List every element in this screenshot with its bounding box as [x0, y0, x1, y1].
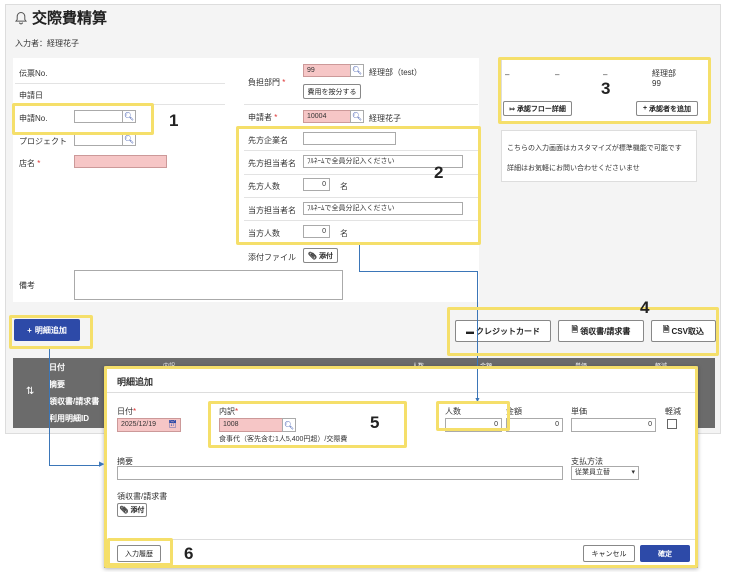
store-input[interactable]	[74, 155, 167, 168]
applicant-label: 申請者 *	[248, 112, 277, 123]
col-receipt: 領収書/請求書	[49, 397, 100, 406]
callout-box-1	[12, 103, 154, 135]
paperclip-icon: 📎︎	[308, 252, 317, 260]
required-mark: *	[37, 159, 41, 168]
callout-number-1: 1	[169, 111, 179, 130]
search-icon: 🔍︎	[351, 66, 363, 75]
store-label: 店名 *	[19, 158, 40, 169]
callout-box-add-detail	[9, 315, 93, 349]
store-label-text: 店名	[19, 159, 35, 168]
col-date: 日付	[49, 363, 65, 372]
dept-search-button[interactable]: 🔍︎	[350, 64, 364, 77]
callout-box-4	[447, 307, 719, 356]
attach-label: 添付ファイル	[248, 253, 296, 262]
connector-line	[359, 244, 360, 272]
connector-line	[49, 465, 101, 466]
bell-icon	[14, 11, 28, 25]
connector-line	[359, 271, 477, 272]
note-panel	[501, 130, 697, 182]
callout-box-2	[236, 126, 481, 245]
dept-label: 負担部門 *	[248, 77, 285, 88]
callout-box-6	[107, 538, 173, 566]
note-line-1: こちらの入力画面はカスタマイズが標準機能で可能です	[507, 145, 682, 152]
col-summary: 摘要	[49, 380, 65, 389]
attach-button-label: 添付	[318, 252, 333, 260]
attach-button[interactable]: 📎︎ 添付	[303, 248, 338, 263]
apply-date-label: 申請日	[19, 91, 43, 100]
required-mark: *	[274, 113, 278, 122]
applicant-search-button[interactable]: 🔍︎	[350, 110, 364, 123]
split-cost-button[interactable]: 費用を按分する	[303, 84, 361, 99]
applicant-code-input[interactable]: 10004	[303, 110, 351, 123]
connector-line	[49, 346, 50, 466]
remarks-textarea[interactable]	[74, 270, 343, 300]
sort-icon[interactable]: ⇅	[26, 386, 34, 397]
col-usage-id: 利用明細ID	[49, 414, 89, 423]
callout-box-modal	[104, 366, 698, 568]
callout-box-people	[436, 401, 510, 431]
note-line-2: 詳細はお気軽にお問い合わせくださいませ	[507, 165, 640, 172]
inputter-label: 入力者：経理花子	[15, 39, 79, 48]
callout-number-5: 5	[370, 413, 380, 432]
search-icon: 🔍︎	[123, 135, 135, 144]
required-mark: *	[282, 78, 286, 87]
page-title-text: 交際費精算	[32, 10, 108, 27]
callout-number-4: 4	[640, 298, 650, 317]
divider	[244, 104, 478, 105]
applicant-name: 経理花子	[369, 114, 401, 123]
project-label: プロジェクト	[19, 137, 67, 146]
remarks-label: 備考	[19, 281, 35, 290]
callout-number-2: 2	[434, 163, 444, 182]
callout-number-6: 6	[184, 544, 194, 563]
dept-name: 経理部（test）	[369, 68, 422, 77]
callout-number-3: 3	[601, 79, 611, 98]
dept-label-text: 負担部門	[248, 78, 280, 87]
search-icon: 🔍︎	[351, 112, 363, 121]
divider	[15, 83, 225, 84]
dept-code-input[interactable]: 99	[303, 64, 351, 77]
page-title: 交際費精算	[14, 7, 107, 28]
slip-no-label: 伝票No.	[19, 69, 48, 78]
applicant-label-text: 申請者	[248, 113, 272, 122]
